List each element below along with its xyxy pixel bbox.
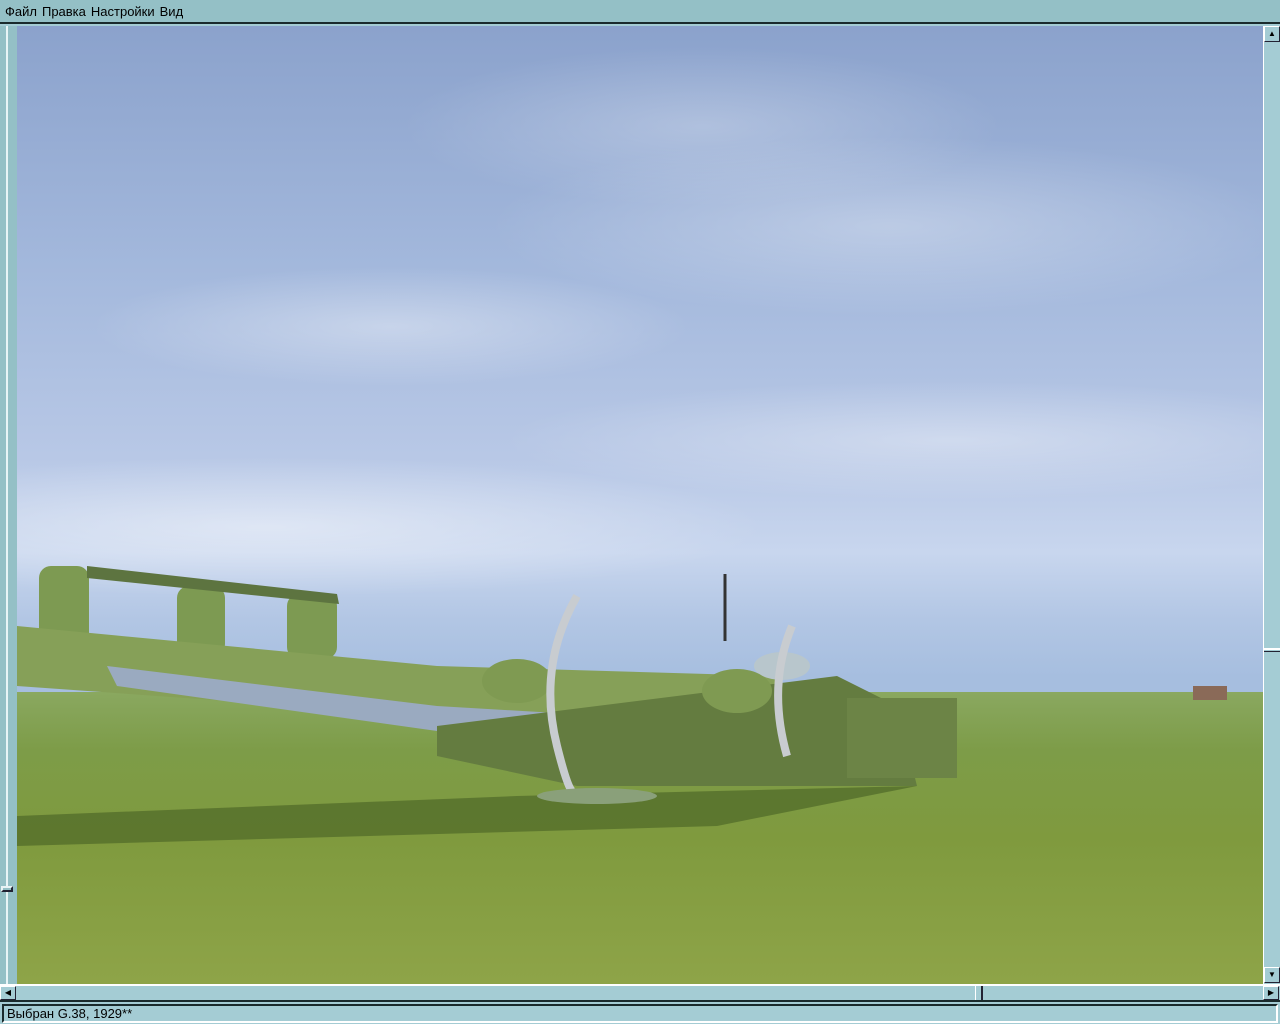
slider-rail <box>6 26 8 984</box>
menu-file[interactable]: Файл <box>5 4 37 19</box>
vertical-scrollbar[interactable]: ▲ ▼ <box>1263 26 1280 984</box>
menu-edit[interactable]: Правка <box>42 4 86 19</box>
landing-gear <box>537 788 657 804</box>
scroll-right-button[interactable]: ▶ <box>1263 986 1279 1000</box>
arrow-down-icon: ▼ <box>1268 970 1276 979</box>
vertical-scroll-thumb[interactable] <box>1264 648 1280 652</box>
3d-viewport[interactable] <box>17 26 1263 984</box>
horizontal-scrollbar[interactable]: ◀ ▶ <box>0 984 1280 1002</box>
horizontal-scroll-thumb[interactable] <box>975 986 983 1000</box>
left-slider[interactable] <box>0 26 17 984</box>
status-bar: Выбран G.38, 1929** <box>0 1003 1280 1024</box>
distant-object <box>1193 686 1227 700</box>
engine-2 <box>702 669 772 713</box>
arrow-left-icon: ◀ <box>4 988 12 997</box>
menu-view[interactable]: Вид <box>160 4 184 19</box>
scroll-down-button[interactable]: ▼ <box>1264 967 1280 983</box>
tail-fin-3 <box>287 594 337 659</box>
status-text: Выбран G.38, 1929** <box>2 1004 1278 1023</box>
arrow-up-icon: ▲ <box>1268 29 1276 38</box>
shadow <box>17 786 917 846</box>
engine-1 <box>482 659 552 703</box>
nose <box>847 698 957 778</box>
menu-settings[interactable]: Настройки <box>91 4 155 19</box>
slider-thumb[interactable] <box>1 886 13 892</box>
menu-bar: Файл Правка Настройки Вид <box>0 0 1280 24</box>
scroll-up-button[interactable]: ▲ <box>1264 26 1280 42</box>
aircraft-model[interactable] <box>17 26 1263 984</box>
scroll-left-button[interactable]: ◀ <box>0 986 16 1000</box>
arrow-right-icon: ▶ <box>1267 988 1275 997</box>
